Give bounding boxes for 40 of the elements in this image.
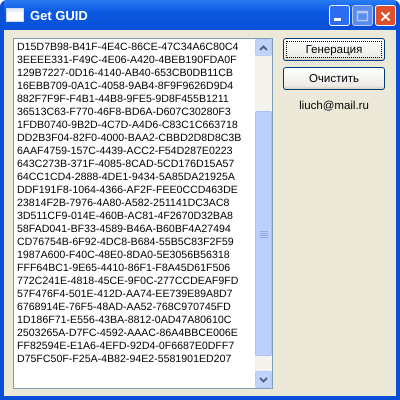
grip-icon: [260, 230, 268, 238]
maximize-button[interactable]: [352, 4, 373, 26]
guid-line: 64CC1CD4-2888-4DE1-9434-5A85DA21925A: [17, 171, 236, 184]
scroll-down-button[interactable]: [255, 371, 272, 388]
guid-line: 1D186F71-E556-43BA-8812-0AD47A80610C: [17, 314, 232, 327]
guid-line: 643C273B-371F-4085-8CAD-5CD176D15A57: [17, 158, 236, 171]
email-text: liuch@mail.ru: [299, 100, 369, 112]
minimize-icon: [334, 18, 341, 20]
guid-line: 882F7F9F-F4B1-44B8-9FE5-9D8F455B1211: [17, 93, 230, 106]
scroll-up-button[interactable]: [255, 39, 272, 56]
action-button[interactable]: Очистить: [283, 67, 385, 90]
close-button[interactable]: [375, 4, 396, 26]
guid-line: 6AAF4759-157C-4439-ACC2-F54D287E0223: [17, 145, 234, 158]
guid-line: DDF191F8-1064-4366-AF2F-FEE0CCD463DE: [17, 184, 239, 197]
guid-line: 36513C63-F770-46F8-BD6A-D607C30280F3: [17, 106, 232, 119]
minimize-button[interactable]: [329, 4, 350, 26]
guid-line: 3D511CF9-014E-460B-AC81-4F2670D32BA8: [17, 210, 234, 223]
guid-line: FF82594E-E1A6-4EFD-92D4-0F6687E0DFF7: [17, 340, 236, 353]
scroll-thumb[interactable]: [255, 111, 272, 356]
guid-line: 772C241E-4818-45CE-9F0C-277CCDEAF9FD: [17, 275, 240, 288]
guid-line: FFF64BC1-9E65-4410-86F1-F8A45D61F506: [17, 262, 232, 275]
guid-line: 16EBB709-0A1C-4058-9AB4-8F9F9626D9D4: [17, 80, 234, 93]
guid-line: 57F476F4-501E-412D-AA74-EE739E89A8D7: [17, 288, 234, 301]
window-icon: [6, 8, 24, 22]
guid-line: 2503265A-D7FC-4592-AAAC-86A4BBCE006E: [17, 327, 239, 340]
guid-line: 1FDB0740-9B2D-4C7D-A4D6-C83C1C663718: [17, 119, 239, 132]
guid-line: 1987A600-F40C-48E0-8DA0-5E3056B56318: [17, 249, 231, 262]
guid-line: DD2B3F04-82F0-4000-BAA2-CBBD2D8D8C3B: [17, 132, 242, 145]
guid-line: 6768914E-76F5-48AD-AA52-768C970745FD: [17, 301, 232, 314]
guid-line: 129B7227-0D16-4140-AB40-653CB0DB11CB: [17, 67, 234, 80]
guid-line: 58FAD041-BF33-4589-B46A-B60BF4A27494: [17, 223, 232, 236]
guid-line: CD76754B-6F92-4DC8-B684-55B5C83F2F59: [17, 236, 235, 249]
guid-line: 23814F2B-7976-4A80-A582-251141DC3AC8: [17, 197, 230, 210]
guid-text-area[interactable]: [13, 38, 273, 389]
scrollbar[interactable]: [255, 39, 272, 388]
window-title: Get GUID: [30, 8, 89, 22]
action-button[interactable]: Генерация: [283, 38, 385, 61]
guid-line: D15D7B98-B41F-4E4C-86CE-47C34A6C80C4: [17, 41, 240, 54]
guid-line: 3EEEE331-F49C-4E06-A420-4BEB190FDA0F: [17, 54, 238, 67]
guid-line: D75FC50F-F25A-4B82-94E2-5581901ED207: [17, 353, 232, 366]
